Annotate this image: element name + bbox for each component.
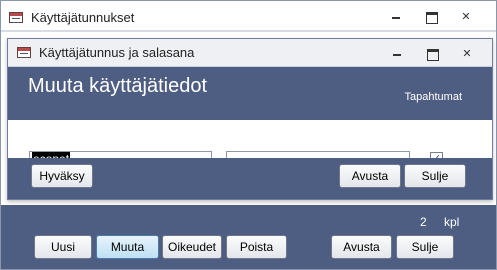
outer-titlebar: Käyttäjätunnukset [0,2,497,32]
outer-close-button[interactable] [459,11,473,23]
dialog-header: Muuta käyttäjätiedot Tapahtumat econet ✓ [8,67,492,186]
dialog-heading: Muuta käyttäjätiedot [28,75,207,97]
accept-button[interactable]: Hyväksy [31,164,93,188]
outer-window-title: Käyttäjätunnukset [31,9,135,25]
record-count: 2 [420,215,427,229]
record-unit: kpl [444,215,460,229]
rights-button[interactable]: Oikeudet [162,235,222,259]
outer-minimize-button[interactable] [389,11,403,23]
outer-help-button-label: Avusta [343,240,380,254]
dialog-title: Käyttäjätunnus ja salasana [39,45,195,60]
rights-button-label: Oikeudet [167,240,217,254]
dialog-close-form-button[interactable]: Sulje [404,164,466,188]
outer-help-button[interactable]: Avusta [331,235,392,259]
delete-button[interactable]: Poista [226,235,287,259]
new-button[interactable]: Uusi [34,235,92,259]
dialog-minimize-button[interactable] [390,48,404,60]
form-icon [9,11,23,23]
outer-close-form-button[interactable]: Sulje [396,235,454,259]
outer-close-form-button-label: Sulje [411,240,439,254]
dialog-close-form-button-label: Sulje [421,169,449,183]
dialog-help-button[interactable]: Avusta [339,164,401,188]
events-label: Tapahtumat [404,91,462,103]
outer-divider [1,30,496,32]
dialog-help-button-label: Avusta [351,169,389,183]
delete-button-label: Poista [239,240,274,254]
outer-maximize-button[interactable] [424,11,438,24]
edit-button-label: Muuta [110,240,145,254]
form-icon [17,47,31,58]
dialog-titlebar: Käyttäjätunnus ja salasana [8,39,492,67]
dialog-close-button[interactable] [460,48,474,60]
dialog-footer: Hyväksy Avusta Sulje [8,158,492,199]
dialog-maximize-button[interactable] [425,48,439,61]
edit-button[interactable]: Muuta [96,235,159,259]
accept-button-label: Hyväksy [39,169,85,183]
user-dialog: Käyttäjätunnus ja salasana Muuta käyttäj… [7,38,493,200]
new-button-label: Uusi [50,240,75,254]
